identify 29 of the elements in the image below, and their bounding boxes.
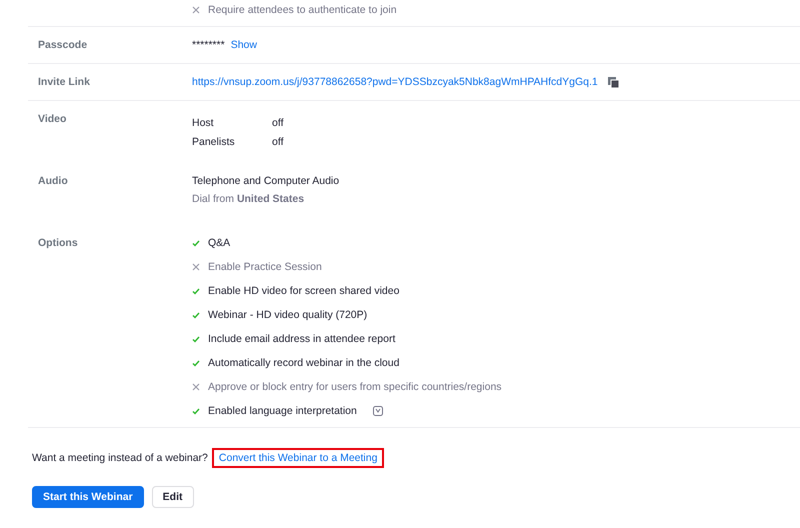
option-label: Webinar - HD video quality (720P) xyxy=(208,309,368,321)
convert-link[interactable]: Convert this Webinar to a Meeting xyxy=(212,448,384,468)
option-label: Enabled language interpretation xyxy=(208,405,357,417)
option-label: Automatically record webinar in the cloud xyxy=(208,357,400,369)
show-link[interactable]: Show xyxy=(230,39,257,51)
copy-icon[interactable] xyxy=(608,76,619,88)
field-label: Video xyxy=(38,113,68,125)
video-value: off xyxy=(272,136,284,148)
invite-link[interactable]: https://vnsup.zoom.us/j/93778862658?pwd=YDSSbzcyak5Nbk8agWmHPAHfcdYgGq.1 xyxy=(192,76,598,88)
field-label: Audio xyxy=(38,175,69,187)
dial-text: Dial from United States xyxy=(192,193,306,205)
field-label: Options xyxy=(38,237,79,249)
option-label: Enable HD video for screen shared video xyxy=(208,285,400,297)
video-label: Host xyxy=(192,116,215,128)
option-label: Q&A xyxy=(208,237,230,249)
field-label: Passcode xyxy=(38,39,88,51)
option-label: Approve or block entry for users from specific countries/regions xyxy=(208,381,502,393)
option-label: Require attendees to authenticate to join xyxy=(208,4,397,16)
passcode-text: ******** xyxy=(192,39,225,51)
audio-value: Telephone and Computer Audio xyxy=(192,175,340,187)
option-label: Enable Practice Session xyxy=(208,261,322,273)
video-label: Panelists xyxy=(192,136,236,148)
convert-prompt: Want a meeting instead of a webinar? xyxy=(32,452,208,464)
video-value: off xyxy=(272,116,284,128)
start-button[interactable]: Start this Webinar xyxy=(32,486,144,508)
field-label: Invite Link xyxy=(38,76,91,88)
option-label: Include email address in attendee report xyxy=(208,333,396,345)
edit-button[interactable]: Edit xyxy=(152,486,194,508)
info-icon[interactable] xyxy=(372,406,383,416)
